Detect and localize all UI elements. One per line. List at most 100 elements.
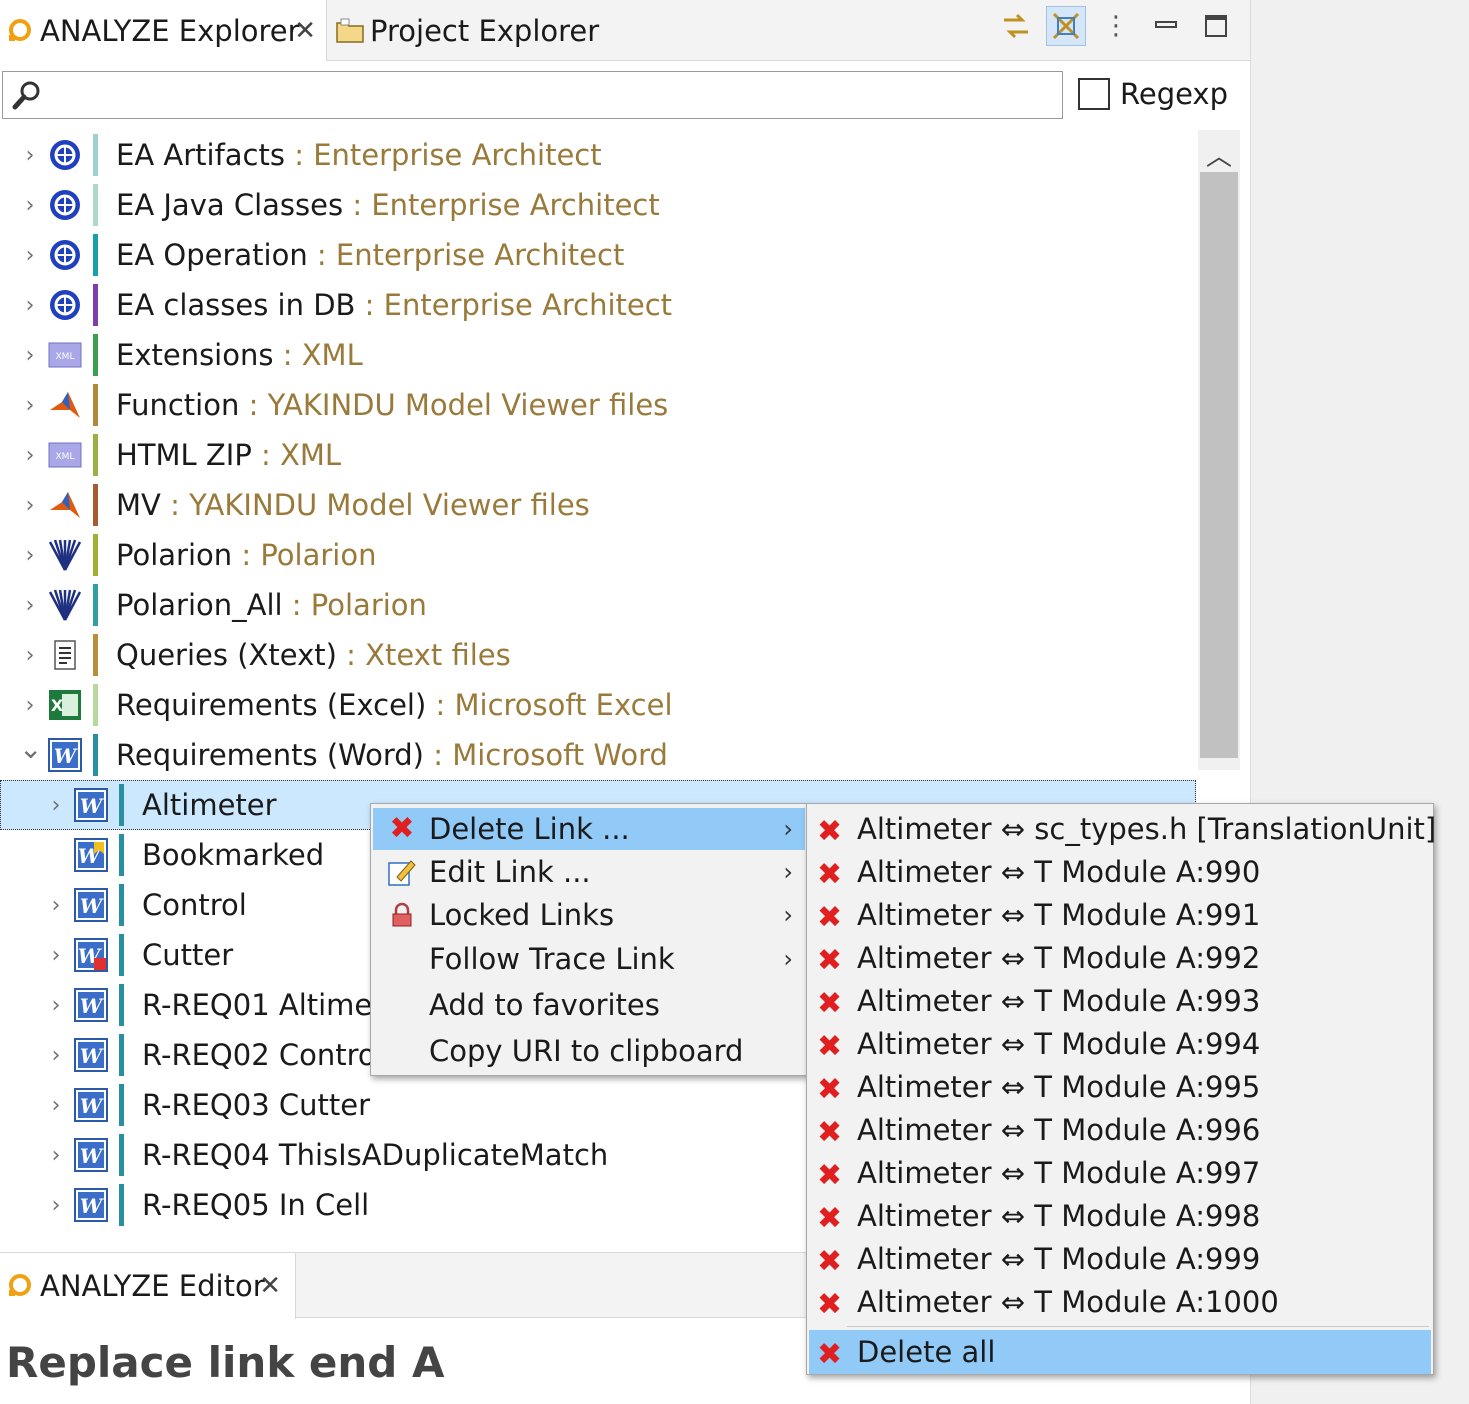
tree-item-color-marker [93,734,98,776]
tree-item-name: EA classes in DB [116,288,356,322]
chevron-right-icon[interactable]: › [45,993,67,1018]
chevron-right-icon[interactable]: › [19,493,41,518]
tree-item-name: Polarion_All [116,588,283,622]
chevron-right-icon[interactable]: › [45,943,67,968]
edit-icon [387,857,417,887]
tab-analyze-explorer[interactable]: ANALYZE Explorer ✕ [0,0,327,61]
minimize-icon[interactable] [1146,6,1186,46]
chevron-right-icon[interactable]: › [19,193,41,218]
word-cutter-icon: W [74,938,108,972]
tree-item-label: Cutter [142,938,233,972]
chevron-right-icon[interactable]: › [19,343,41,368]
delete-link-label: Altimeter ⇔ T Module A:997 [857,1156,1261,1190]
chevron-right-icon[interactable]: › [19,693,41,718]
tab-project-explorer[interactable]: Project Explorer [330,0,630,61]
tree-item-label: HTML ZIP : XML [116,438,341,472]
tree-item[interactable]: › XML HTML ZIP : XML [0,430,1200,480]
tree-item-label: Queries (Xtext) : Xtext files [116,638,511,672]
chevron-right-icon[interactable]: › [45,1093,67,1118]
close-icon[interactable]: ✕ [294,16,316,46]
regexp-checkbox[interactable] [1078,78,1110,110]
lock-icon [387,900,417,930]
tree-item[interactable]: › EA classes in DB : Enterprise Architect [0,280,1200,330]
menu-item-locked-links[interactable]: Locked Links › [373,894,805,936]
svg-text:W: W [80,994,105,1018]
chevron-down-icon[interactable]: ⌄ [19,732,42,765]
delete-link-item[interactable]: ✖ Altimeter ⇔ T Module A:997 [809,1152,1431,1194]
tree-item-color-marker [93,384,98,426]
ea-icon [48,188,82,222]
tree-item[interactable]: › EA Artifacts : Enterprise Architect [0,130,1200,180]
chevron-right-icon[interactable]: › [19,593,41,618]
chevron-right-icon[interactable]: › [45,1193,67,1218]
tree-item-color-marker [119,784,124,826]
tree-item-name: R-REQ03 Cutter [142,1088,370,1122]
vertical-scrollbar[interactable]: ︿ [1198,130,1240,770]
delete-link-item[interactable]: ✖ Altimeter ⇔ T Module A:993 [809,980,1431,1022]
tree-item-name: Requirements (Word) [116,738,424,772]
search-field[interactable] [2,71,1063,119]
menu-item-label: Delete Link ... [429,812,630,846]
tree-item-color-marker [119,1134,124,1176]
menu-item-edit-link[interactable]: Edit Link ... › [373,851,805,893]
chevron-right-icon[interactable]: › [19,293,41,318]
delete-icon: ✖ [817,1337,843,1372]
close-icon[interactable]: ✕ [259,1271,281,1301]
regexp-option[interactable]: Regexp [1078,77,1228,111]
chevron-right-icon[interactable]: › [19,443,41,468]
tree-item[interactable]: › Polarion : Polarion [0,530,1200,580]
chevron-right-icon[interactable]: › [45,793,67,818]
maximize-icon[interactable] [1196,6,1236,46]
menu-item-copy-uri-to-clipboard[interactable]: Copy URI to clipboard [373,1030,805,1072]
menu-item-follow-trace-link[interactable]: Follow Trace Link › [373,938,805,980]
tree-item-label: Function : YAKINDU Model Viewer files [116,388,668,422]
tab-label: ANALYZE Editor [40,1269,265,1303]
tree-item[interactable]: › X Requirements (Excel) : Microsoft Excel [0,680,1200,730]
tree-item-type: : Enterprise Architect [284,138,602,172]
chevron-right-icon[interactable]: › [19,643,41,668]
link-with-editor-icon[interactable] [996,6,1036,46]
chevron-right-icon[interactable]: › [19,243,41,268]
tree-item-name: EA Operation [116,238,308,272]
delete-link-item[interactable]: ✖ Altimeter ⇔ T Module A:992 [809,937,1431,979]
tree-item[interactable]: › Function : YAKINDU Model Viewer files [0,380,1200,430]
tree-item[interactable]: › Polarion_All : Polarion [0,580,1200,630]
tree-item[interactable]: › EA Operation : Enterprise Architect [0,230,1200,280]
view-menu-icon[interactable]: ⋮ [1096,6,1136,46]
chevron-right-icon[interactable]: › [19,143,41,168]
chevron-right-icon[interactable]: › [45,1143,67,1168]
tree-item[interactable]: › EA Java Classes : Enterprise Architect [0,180,1200,230]
delete-link-item[interactable]: ✖ Altimeter ⇔ T Module A:998 [809,1195,1431,1237]
menu-item-add-to-favorites[interactable]: Add to favorites [373,984,805,1026]
delete-link-item[interactable]: ✖ Altimeter ⇔ T Module A:995 [809,1066,1431,1108]
delete-link-item[interactable]: ✖ Altimeter ⇔ T Module A:999 [809,1238,1431,1280]
filter-toggle-icon[interactable] [1046,6,1086,46]
delete-link-item[interactable]: ✖ Altimeter ⇔ T Module A:994 [809,1023,1431,1065]
tab-analyze-editor[interactable]: ANALYZE Editor ✕ [0,1253,296,1319]
tree-item[interactable]: › MV : YAKINDU Model Viewer files [0,480,1200,530]
tree-item[interactable]: › XML Extensions : XML [0,330,1200,380]
delete-link-item[interactable]: ✖ Altimeter ⇔ sc_types.h [TranslationUnit… [809,808,1436,850]
svg-text:W: W [80,1094,105,1118]
scroll-up-icon[interactable]: ︿ [1206,136,1232,173]
scrollbar-thumb[interactable] [1200,172,1238,758]
delete-link-item[interactable]: ✖ Altimeter ⇔ T Module A:990 [809,851,1431,893]
tree-item-name: MV [116,488,161,522]
search-input[interactable] [3,72,1062,118]
tree-item-color-marker [93,484,98,526]
delete-link-item[interactable]: ✖ Altimeter ⇔ T Module A:991 [809,894,1431,936]
chevron-right-icon[interactable]: › [45,893,67,918]
chevron-right-icon[interactable]: › [45,1043,67,1068]
menu-item-delete-link[interactable]: ✖ Delete Link ... › [373,808,805,850]
tree-item-label: R-REQ03 Cutter [142,1088,370,1122]
chevron-right-icon[interactable]: › [19,543,41,568]
delete-all-item[interactable]: ✖ Delete all [809,1330,1431,1374]
tree-item[interactable]: › Queries (Xtext) : Xtext files [0,630,1200,680]
tree-item[interactable]: ⌄ W Requirements (Word) : Microsoft Word [0,730,1200,780]
delete-link-label: Altimeter ⇔ T Module A:998 [857,1199,1261,1233]
excel-icon: X [48,688,82,722]
tree-item-type: : YAKINDU Model Viewer files [239,388,669,422]
delete-link-item[interactable]: ✖ Altimeter ⇔ T Module A:996 [809,1109,1431,1151]
delete-link-item[interactable]: ✖ Altimeter ⇔ T Module A:1000 [809,1281,1431,1323]
chevron-right-icon[interactable]: › [19,393,41,418]
